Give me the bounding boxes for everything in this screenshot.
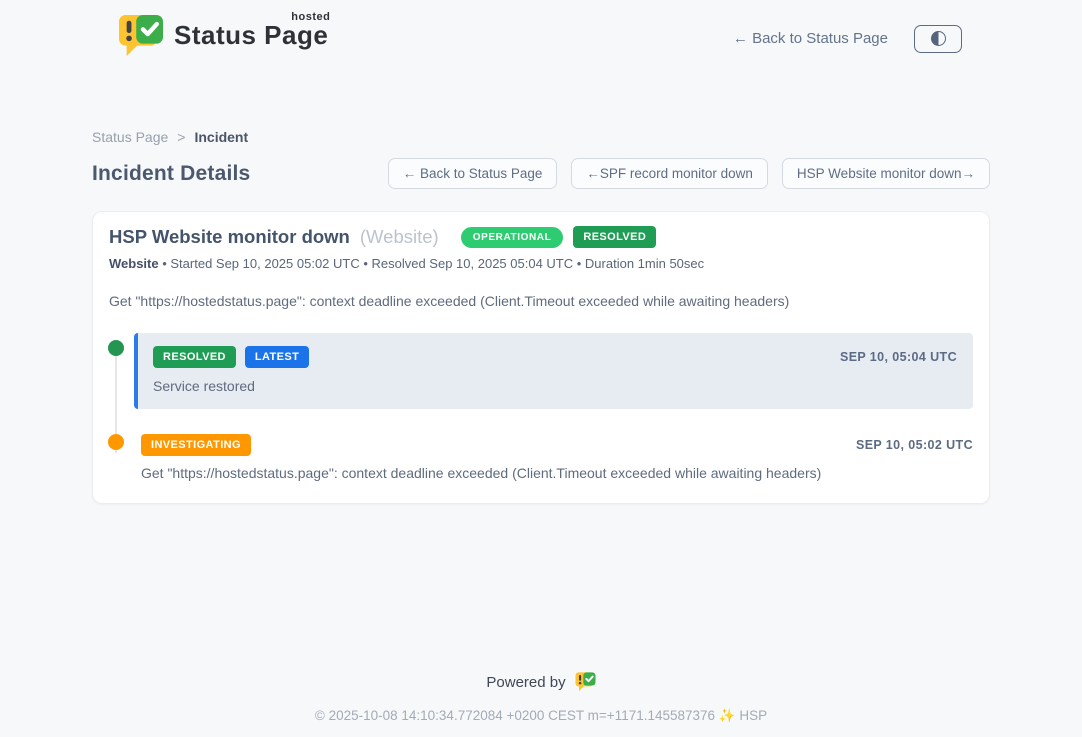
breadcrumb-incident: Incident bbox=[194, 129, 248, 145]
timeline-badges: RESOLVED LATEST bbox=[153, 346, 309, 368]
incident-meta-details: • Started Sep 10, 2025 05:02 UTC • Resol… bbox=[159, 256, 705, 271]
logo-superscript: hosted bbox=[291, 11, 330, 23]
title-row: Incident Details ← Back to Status Page ←… bbox=[92, 158, 990, 189]
breadcrumb: Status Page > Incident bbox=[92, 129, 990, 145]
timeline-entry-resolved: RESOLVED LATEST SEP 10, 05:04 UTC Servic… bbox=[109, 333, 973, 409]
incident-meta: Website • Started Sep 10, 2025 05:02 UTC… bbox=[109, 256, 973, 271]
incident-component: (Website) bbox=[360, 226, 439, 248]
latest-badge: LATEST bbox=[245, 346, 309, 368]
logo-icon bbox=[118, 14, 164, 63]
header-back-link[interactable]: ← Back to Status Page bbox=[733, 30, 888, 47]
powered-by: Powered by bbox=[92, 672, 990, 692]
timeline-badges: INVESTIGATING bbox=[141, 434, 251, 456]
theme-half-circle-icon bbox=[931, 31, 946, 46]
powered-by-logo-icon[interactable] bbox=[575, 672, 596, 692]
prev-incident-button[interactable]: ←SPF record monitor down bbox=[571, 158, 768, 189]
timeline-entry-body: INVESTIGATING SEP 10, 05:02 UTC Get "htt… bbox=[141, 434, 973, 481]
main-content: Status Page > Incident Incident Details … bbox=[92, 129, 990, 724]
logo-text: Status Page bbox=[174, 20, 328, 50]
incident-title-row: HSP Website monitor down (Website) OPERA… bbox=[109, 226, 973, 248]
incident-timeline: RESOLVED LATEST SEP 10, 05:04 UTC Servic… bbox=[109, 333, 973, 481]
incident-card: HSP Website monitor down (Website) OPERA… bbox=[92, 211, 990, 504]
timeline-timestamp: SEP 10, 05:02 UTC bbox=[856, 438, 973, 452]
incident-meta-component: Website bbox=[109, 256, 159, 271]
next-incident-button[interactable]: HSP Website monitor down→ bbox=[782, 158, 990, 189]
logo[interactable]: Status Page hosted bbox=[118, 14, 332, 63]
operational-status-badge: OPERATIONAL bbox=[461, 227, 564, 248]
timeline-timestamp: SEP 10, 05:04 UTC bbox=[840, 350, 957, 364]
incident-title: HSP Website monitor down bbox=[109, 226, 350, 248]
timeline-message: Service restored bbox=[153, 378, 957, 394]
timeline-entry-header: RESOLVED LATEST SEP 10, 05:04 UTC bbox=[153, 346, 957, 368]
timeline-message: Get "https://hostedstatus.page": context… bbox=[141, 465, 973, 481]
timeline-entry-investigating: INVESTIGATING SEP 10, 05:02 UTC Get "htt… bbox=[109, 434, 973, 481]
incident-description: Get "https://hostedstatus.page": context… bbox=[109, 293, 973, 309]
page-title: Incident Details bbox=[92, 162, 250, 186]
logo-wordmark: Status Page hosted bbox=[174, 20, 332, 51]
back-to-status-page-button[interactable]: ← Back to Status Page bbox=[388, 158, 558, 189]
timeline-highlight-box: RESOLVED LATEST SEP 10, 05:04 UTC Servic… bbox=[134, 333, 973, 409]
incident-nav-buttons: ← Back to Status Page ←SPF record monito… bbox=[388, 158, 990, 189]
timeline-entry-header: INVESTIGATING SEP 10, 05:02 UTC bbox=[141, 434, 973, 456]
theme-toggle-button[interactable] bbox=[914, 25, 962, 53]
timeline-dot-resolved bbox=[108, 340, 124, 356]
breadcrumb-status-page[interactable]: Status Page bbox=[92, 129, 168, 145]
resolved-badge: RESOLVED bbox=[153, 346, 236, 368]
timeline-dot-investigating bbox=[108, 434, 124, 450]
incident-status-badge: RESOLVED bbox=[573, 226, 656, 248]
footer: Powered by © 2025-10-08 14:10:34.772084 … bbox=[92, 672, 990, 724]
investigating-badge: INVESTIGATING bbox=[141, 434, 251, 456]
header-right: ← Back to Status Page bbox=[733, 25, 962, 53]
copyright-text: © 2025-10-08 14:10:34.772084 +0200 CEST … bbox=[92, 708, 990, 724]
breadcrumb-separator: > bbox=[177, 129, 185, 145]
header: Status Page hosted ← Back to Status Page bbox=[92, 0, 990, 63]
powered-by-label: Powered by bbox=[486, 674, 565, 691]
